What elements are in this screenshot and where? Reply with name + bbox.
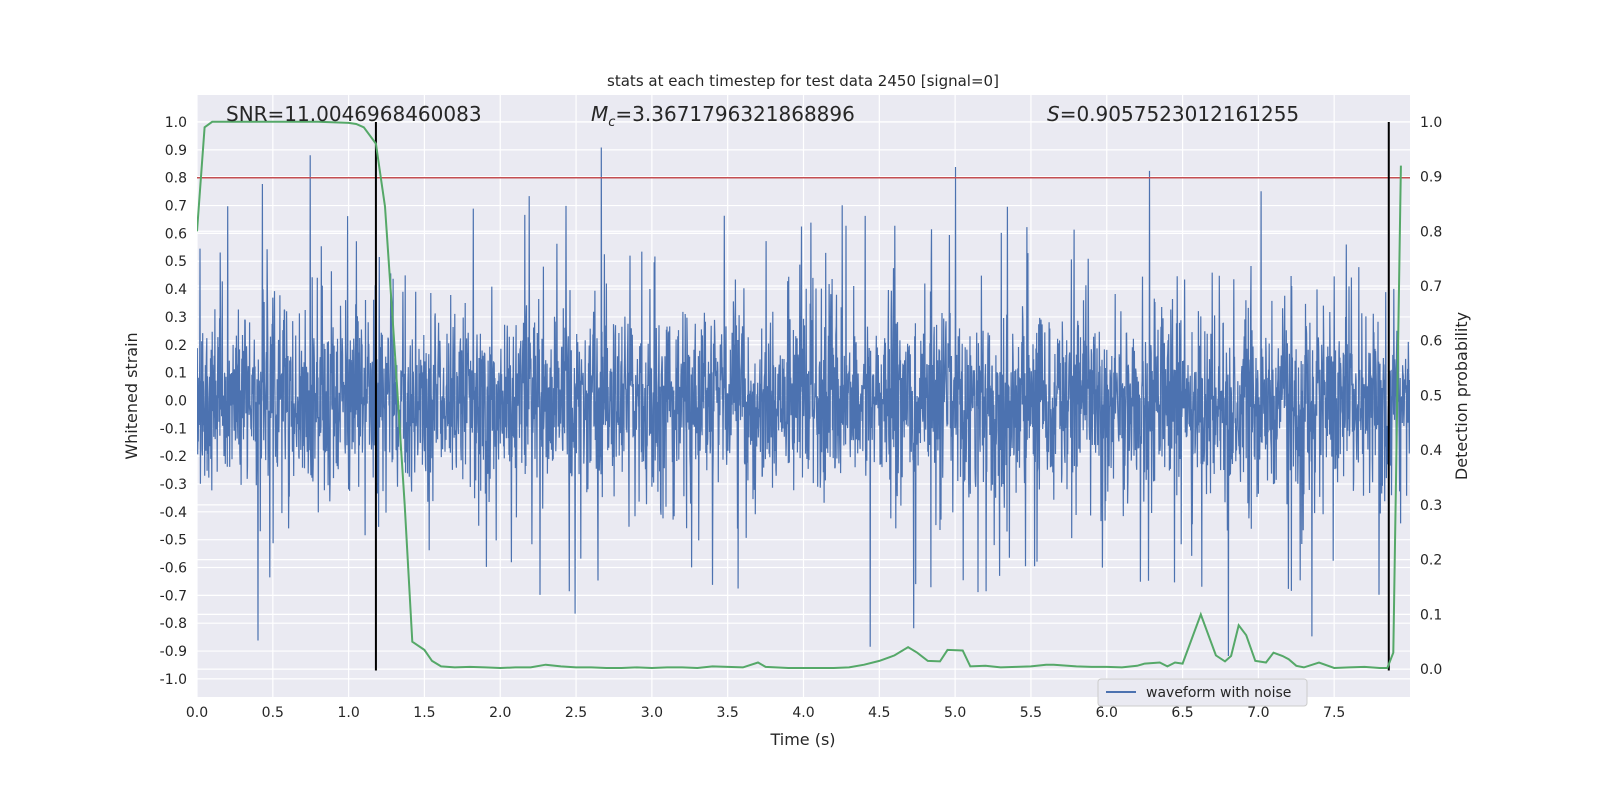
chart-title: stats at each timestep for test data 245… [607, 72, 999, 90]
chirp-mass-annotation: Mc=3.3671796321868896 [591, 102, 855, 130]
chart: 0.0 0.5 1.0 1.5 2.0 2.5 3.0 3.5 4.0 4.5 5.0 5.5 6.0 6… [122, 72, 1471, 749]
y-tick-label: 1.0 [165, 115, 187, 131]
y-tick-label: 0.0 [165, 393, 187, 409]
x-tick-label: 7.0 [1247, 705, 1269, 721]
y-tick-label: 0.9 [165, 143, 187, 159]
y-right-tick-label: 0.9 [1420, 170, 1442, 186]
y-tick-label: 0.1 [165, 366, 187, 382]
y-axis-label: Whitened strain [122, 332, 141, 459]
s-symbol: S [1047, 102, 1060, 126]
y-tick-label: -0.2 [160, 449, 187, 465]
y-tick-label: 0.5 [165, 254, 187, 270]
y-tick-label: 0.6 [165, 226, 187, 242]
x-tick-label: 3.0 [641, 705, 663, 721]
x-axis-label: Time (s) [769, 730, 835, 749]
y-right-tick-label: 0.2 [1420, 553, 1442, 569]
y-tick-label: 0.2 [165, 338, 187, 354]
s-annotation: S=0.9057523012161255 [1047, 102, 1299, 126]
x-tick-label: 5.5 [1020, 705, 1042, 721]
mc-subscript: c [608, 115, 615, 130]
x-tick-label: 0.0 [186, 705, 208, 721]
y-right-tick-label: 0.4 [1420, 443, 1442, 459]
x-axis-ticks: 0.0 0.5 1.0 1.5 2.0 2.5 3.0 3.5 4.0 4.5 5.0 5.5 6.0 6… [186, 705, 1345, 721]
y-tick-label: -0.3 [160, 477, 187, 493]
x-tick-label: 4.5 [868, 705, 890, 721]
y-tick-label: -1.0 [160, 672, 187, 688]
y-tick-label: -0.1 [160, 421, 187, 437]
x-tick-label: 4.0 [792, 705, 814, 721]
y-right-axis-ticks: 1.0 0.9 0.8 0.7 0.6 0.5 0.4 0.3 0.2 0.1 0.0 [1420, 115, 1442, 678]
y-tick-label: -0.4 [160, 505, 187, 521]
y-right-tick-label: 0.5 [1420, 388, 1442, 404]
y-tick-label: -0.7 [160, 588, 187, 604]
mc-symbol: M [591, 102, 608, 126]
y-axis-ticks: 1.0 0.9 0.8 0.7 0.6 0.5 0.4 0.3 0.2 0.1 0.0 -0.1 -0.… [160, 115, 187, 688]
mc-value: =3.3671796321868896 [615, 102, 854, 126]
x-tick-label: 7.5 [1323, 705, 1345, 721]
y-tick-label: 0.8 [165, 171, 187, 187]
legend: waveform with noise [1097, 678, 1308, 707]
y-right-tick-label: 0.3 [1420, 498, 1442, 514]
x-tick-label: 5.0 [944, 705, 966, 721]
x-tick-label: 2.0 [489, 705, 511, 721]
y-tick-label: -0.8 [160, 616, 187, 632]
legend-label: waveform with noise [1146, 685, 1291, 701]
x-tick-label: 0.5 [262, 705, 284, 721]
x-tick-label: 2.5 [565, 705, 587, 721]
x-tick-label: 3.5 [717, 705, 739, 721]
y-right-tick-label: 0.7 [1420, 279, 1442, 295]
y-tick-label: -0.6 [160, 561, 187, 577]
y-tick-label: -0.9 [160, 644, 187, 660]
y-right-axis-label: Detection probability [1452, 312, 1471, 480]
x-tick-label: 1.5 [413, 705, 435, 721]
y-tick-label: 0.7 [165, 199, 187, 215]
snr-annotation: SNR=11.0046968460083 [226, 102, 482, 126]
y-tick-label: 0.3 [165, 310, 187, 326]
s-value: =0.9057523012161255 [1060, 102, 1299, 126]
x-tick-label: 1.0 [337, 705, 359, 721]
x-tick-label: 6.0 [1096, 705, 1118, 721]
y-right-tick-label: 0.6 [1420, 334, 1442, 350]
y-tick-label: -0.5 [160, 533, 187, 549]
y-tick-label: 0.4 [165, 282, 187, 298]
x-tick-label: 6.5 [1171, 705, 1193, 721]
y-right-tick-label: 1.0 [1420, 115, 1442, 131]
y-right-tick-label: 0.1 [1420, 607, 1442, 623]
y-right-tick-label: 0.8 [1420, 224, 1442, 240]
y-right-tick-label: 0.0 [1420, 662, 1442, 678]
